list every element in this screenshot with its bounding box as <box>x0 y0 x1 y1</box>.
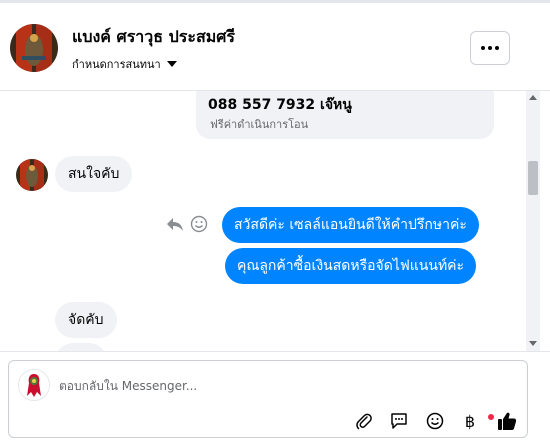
incoming-message[interactable]: จัดคับ <box>55 302 117 338</box>
outgoing-message[interactable]: สวัสดีค่ะ เซลล์แอนยินดีให้คำปรึกษาค่ะ <box>222 207 479 243</box>
reply-input-box[interactable]: ตอบกลับใน Messenger... ฿ <box>8 360 528 438</box>
more-options-button[interactable] <box>470 31 510 65</box>
speech-bubble-icon[interactable] <box>389 411 409 431</box>
contact-avatar[interactable] <box>10 24 58 72</box>
dot-icon <box>488 46 492 50</box>
scroll-up-arrow-icon[interactable] <box>529 95 537 100</box>
reply-input-placeholder[interactable]: ตอบกลับใน Messenger... <box>59 377 197 396</box>
conversation-settings-label: กำหนดการสนทนา <box>72 58 161 71</box>
payment-info-card: 088 557 7932 เจ๊หนู ฟรีค่าดำเนินการโอน <box>196 91 494 139</box>
paperclip-icon[interactable] <box>354 411 374 431</box>
baht-symbol: ฿ <box>464 411 476 431</box>
outgoing-message[interactable]: คุณลูกค้าซื้อเงินสดหรือจัดไฟแนนท์ค่ะ <box>225 248 477 284</box>
conversation-header: แบงค์ ศราวุธ ประสมศรี กำหนดการสนทนา <box>0 0 550 91</box>
chat-scrollbar[interactable] <box>526 91 540 351</box>
smile-icon[interactable] <box>425 411 445 431</box>
card-phone-number: 088 557 7932 เจ๊หนู <box>208 97 352 113</box>
scroll-thumb[interactable] <box>528 161 538 195</box>
contact-name[interactable]: แบงค์ ศราวุธ ประสมศรี <box>72 25 235 50</box>
contact-message-avatar <box>16 159 48 191</box>
message-list[interactable]: 088 557 7932 เจ๊หนู ฟรีค่าดำเนินการโอน ส… <box>0 91 526 351</box>
incoming-message[interactable]: สนใจคับ <box>55 156 133 192</box>
message-actions <box>166 215 208 233</box>
baht-icon[interactable]: ฿ <box>460 411 480 431</box>
react-smile-icon[interactable] <box>190 215 208 233</box>
dot-icon <box>495 46 499 50</box>
card-note: ฟรีค่าดำเนินการโอน <box>210 118 309 131</box>
scroll-down-arrow-icon[interactable] <box>529 341 537 346</box>
incoming-message-partial <box>55 343 107 351</box>
page-avatar <box>18 369 50 401</box>
thumbs-up-icon[interactable] <box>497 411 517 431</box>
header-top-border <box>0 0 550 3</box>
conversation-settings-dropdown[interactable]: กำหนดการสนทนา <box>72 55 177 73</box>
reply-icon[interactable] <box>166 216 184 232</box>
dot-icon <box>481 46 485 50</box>
chevron-down-icon <box>166 61 177 67</box>
notification-dot <box>488 414 494 420</box>
message-composer: ตอบกลับใน Messenger... ฿ <box>0 351 550 442</box>
